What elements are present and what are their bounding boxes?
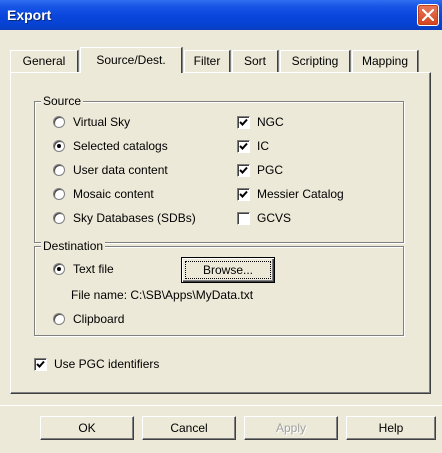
close-button[interactable] [417,4,439,26]
radio-sky-databases-label: Sky Databases (SDBs) [73,211,196,225]
radio-clipboard-label: Clipboard [73,312,125,326]
checkbox-messier-catalog-box[interactable] [237,188,250,201]
radio-clipboard-indicator[interactable] [53,313,65,325]
radio-selected-catalogs-indicator[interactable] [53,140,65,152]
ok-button-label: OK [78,421,96,435]
browse-focus-ring [185,261,271,279]
radio-sky-databases-indicator[interactable] [53,212,65,224]
help-button-label: Help [378,421,404,435]
file-name-value: C:\SB\Apps\MyData.txt [130,288,254,302]
checkbox-ic-label: IC [257,139,269,153]
tab-general-label: General [22,54,66,68]
source-legend: Source [41,94,84,108]
apply-button: Apply [244,416,338,440]
checkbox-ngc-box[interactable] [237,116,250,129]
cancel-button[interactable]: Cancel [142,416,236,440]
tab-sort[interactable]: Sort [232,50,278,72]
file-name-row: File name: C:\SB\Apps\MyData.txt [71,287,253,303]
radio-virtual-sky-label: Virtual Sky [73,115,131,129]
radio-user-data-content-label: User data content [73,163,168,177]
tab-mapping-label: Mapping [361,54,409,68]
radio-text-file-indicator[interactable] [53,263,65,275]
radio-selected-catalogs-label: Selected catalogs [73,139,168,153]
ok-button[interactable]: OK [40,416,134,440]
radio-text-file-label: Text file [73,262,114,276]
help-button[interactable]: Help [346,416,436,440]
title-bar[interactable]: Export [0,0,442,30]
radio-user-data-content-indicator[interactable] [53,164,65,176]
file-name-label: File name: [71,288,128,302]
checkbox-pgc-label: PGC [257,163,284,177]
radio-mosaic-content-label: Mosaic content [73,187,154,201]
tab-scripting[interactable]: Scripting [280,50,350,72]
checkbox-ic-box[interactable] [237,140,250,153]
cancel-button-label: Cancel [170,421,208,435]
tab-source-dest[interactable]: Source/Dest. [80,47,182,73]
tab-mapping[interactable]: Mapping [352,50,418,72]
browse-button[interactable]: Browse... [181,257,275,283]
checkbox-ngc-label: NGC [257,115,284,129]
checkbox-pgc-box[interactable] [237,164,250,177]
tab-panel-source-dest: Source Virtual Sky Selected catalogs Use… [10,72,431,394]
tab-scripting-label: Scripting [291,54,339,68]
export-dialog: Export General Source/Dest. Filter Sort … [0,0,442,453]
checkbox-gcvs-box[interactable] [237,212,250,225]
tab-general[interactable]: General [10,50,78,72]
source-group: Source Virtual Sky Selected catalogs Use… [34,94,404,243]
checkbox-use-pgc-identifiers-box[interactable] [34,358,47,371]
destination-group: Destination Text file Browse... File nam… [34,239,404,336]
destination-legend: Destination [41,239,106,253]
tab-sort-label: Sort [243,54,266,68]
tab-source-dest-label: Source/Dest. [96,53,166,67]
tab-filter[interactable]: Filter [184,50,230,72]
checkbox-gcvs-label: GCVS [257,211,292,225]
radio-mosaic-content-indicator[interactable] [53,188,65,200]
radio-virtual-sky-indicator[interactable] [53,116,65,128]
apply-button-label: Apply [275,421,307,435]
checkbox-use-pgc-identifiers-label: Use PGC identifiers [54,357,160,371]
tab-filter-label: Filter [193,54,221,68]
window-title: Export [7,7,52,23]
checkbox-messier-catalog-label: Messier Catalog [257,187,344,201]
